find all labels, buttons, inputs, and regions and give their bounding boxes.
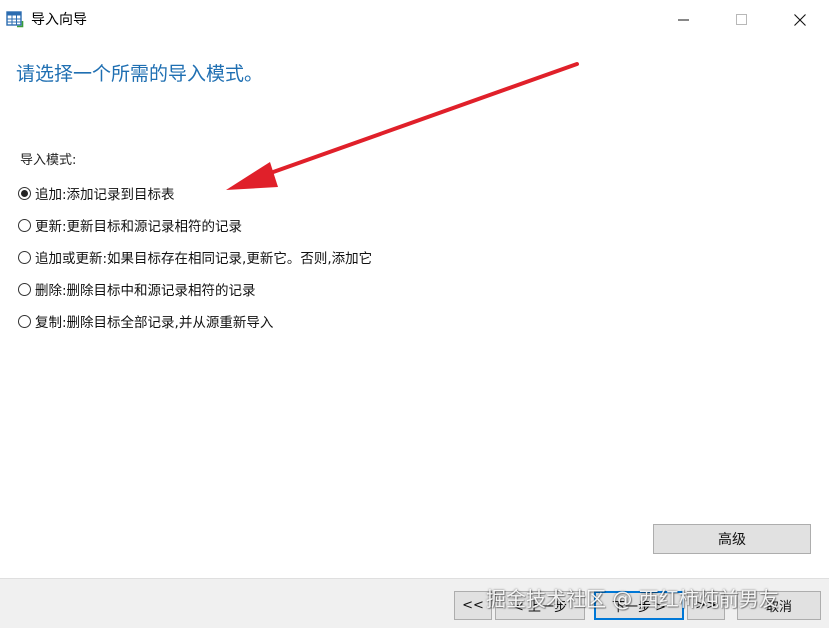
minimize-icon [678,19,689,21]
radio-label: 追加或更新:如果目标存在相同记录,更新它。否则,添加它 [35,251,373,267]
title-bar: 导入向导 [0,0,829,40]
page-heading: 请选择一个所需的导入模式。 [16,63,264,85]
advanced-button[interactable]: 高级 [653,524,811,554]
maximize-button[interactable] [713,0,771,40]
radio-label: 复制:删除目标全部记录,并从源重新导入 [35,315,274,331]
close-icon [794,14,806,26]
radio-indicator [18,218,31,232]
radio-delete[interactable]: 删除:删除目标中和源记录相符的记录 [18,278,256,300]
cancel-button[interactable]: 取消 [737,591,821,620]
last-step-button[interactable]: >> [687,591,725,620]
table-import-icon [6,11,24,28]
close-button[interactable] [771,0,829,40]
import-wizard-window: 导入向导 请选择一个所需的导入模式。 导入模式: 追加:添加记录到目标表 更新:… [0,0,829,628]
next-step-button[interactable]: 下一步 > [594,591,684,620]
previous-step-button[interactable]: < 上一步 [495,591,585,620]
radio-label: 删除:删除目标中和源记录相符的记录 [35,283,256,299]
maximize-icon [736,14,747,25]
radio-append-or-update[interactable]: 追加或更新:如果目标存在相同记录,更新它。否则,添加它 [18,246,372,268]
radio-indicator [18,314,31,328]
radio-indicator [18,186,31,200]
import-mode-label: 导入模式: [20,153,77,168]
radio-indicator [18,282,31,296]
radio-label: 追加:添加记录到目标表 [35,187,175,203]
minimize-button[interactable] [655,0,713,40]
window-title: 导入向导 [31,12,87,28]
radio-update[interactable]: 更新:更新目标和源记录相符的记录 [18,214,242,236]
radio-indicator [18,250,31,264]
radio-copy[interactable]: 复制:删除目标全部记录,并从源重新导入 [18,310,273,332]
radio-label: 更新:更新目标和源记录相符的记录 [35,219,243,235]
radio-append[interactable]: 追加:添加记录到目标表 [18,182,175,204]
first-step-button[interactable]: << [454,591,492,620]
